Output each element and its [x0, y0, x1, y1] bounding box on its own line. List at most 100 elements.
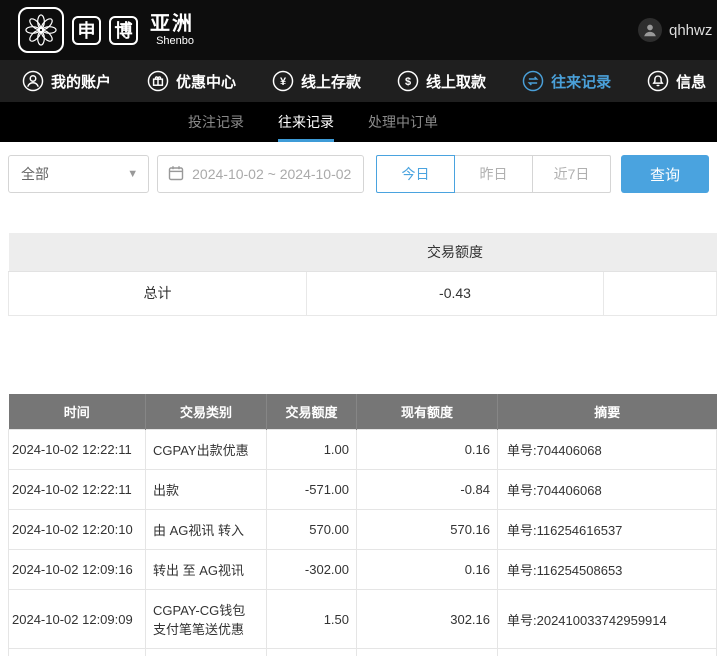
records-table-body: 2024-10-02 12:22:11CGPAY出款优惠1.000.16单号:7… [9, 430, 717, 656]
table-cell: CGPAY支付 [146, 649, 267, 656]
table-cell: 1.50 [267, 590, 357, 649]
table-row: 2024-10-02 12:09:16转出 至 AG视讯-302.000.16单… [9, 550, 717, 590]
table-cell: 2024-10-02 12:20:10 [9, 510, 146, 550]
nav-item-messages[interactable]: 信息 [647, 70, 706, 92]
type-select[interactable]: 全部 ▼ [8, 155, 149, 193]
chevron-down-icon: ▼ [127, 168, 138, 180]
table-cell: 单号:202410033742959914 [498, 649, 717, 656]
nav-label: 往来记录 [551, 71, 611, 92]
summary-header-row: 交易额度 [9, 233, 717, 271]
nav-label: 信息 [676, 71, 706, 92]
table-cell: 2024-10-02 12:22:11 [9, 470, 146, 510]
summary-header-empty [9, 233, 307, 271]
tab-transaction-records[interactable]: 往来记录 [278, 102, 334, 142]
nav-item-transaction-records[interactable]: 往来记录 [522, 70, 611, 92]
table-cell: 单号:116254508653 [498, 550, 717, 590]
table-row: 2024-10-02 12:20:10由 AG视讯 转入570.00570.16… [9, 510, 717, 550]
table-cell: 单号:202410033742959914 [498, 590, 717, 649]
today-button[interactable]: 今日 [376, 155, 455, 193]
gift-icon [147, 70, 169, 92]
col-header-summary: 摘要 [498, 394, 717, 430]
table-cell: 单号:704406068 [498, 430, 717, 470]
table-cell: 300.00 [267, 649, 357, 656]
table-row: 2024-10-02 12:09:09CGPAY支付300.00300.66单号… [9, 649, 717, 656]
sub-nav: 投注记录 往来记录 处理中订单 [0, 102, 717, 142]
table-cell: -571.00 [267, 470, 357, 510]
summary-header-empty [604, 233, 717, 271]
nav-item-deposit[interactable]: ¥ 线上存款 [272, 70, 361, 92]
main-nav: 我的账户 优惠中心 ¥ 线上存款 $ 线上取款 [0, 60, 717, 102]
tab-processing-orders[interactable]: 处理中订单 [368, 102, 438, 142]
records-table: 时间 交易类别 交易额度 现有额度 摘要 2024-10-02 12:22:11… [8, 394, 717, 656]
table-cell: 出款 [146, 470, 267, 510]
table-row: 2024-10-02 12:22:11出款-571.00-0.84单号:7044… [9, 470, 717, 510]
table-cell: -0.84 [357, 470, 498, 510]
deposit-icon: ¥ [272, 70, 294, 92]
table-cell: 570.16 [357, 510, 498, 550]
top-bar: 申 博 亚洲 Shenbo qhhwz [0, 0, 717, 60]
table-cell: -302.00 [267, 550, 357, 590]
table-cell: 由 AG视讯 转入 [146, 510, 267, 550]
table-cell: 单号:116254616537 [498, 510, 717, 550]
col-header-type: 交易类别 [146, 394, 267, 430]
brand-subtitle: Shenbo [150, 36, 194, 47]
col-header-amount: 交易额度 [267, 394, 357, 430]
quick-range-group: 今日 昨日 近7日 [376, 155, 611, 193]
lotus-logo-icon [18, 7, 64, 53]
table-cell: 0.16 [357, 430, 498, 470]
table-cell: 2024-10-02 12:09:16 [9, 550, 146, 590]
date-range-input[interactable]: 2024-10-02 ~ 2024-10-02 [157, 155, 364, 193]
table-cell: 0.16 [357, 550, 498, 590]
table-cell: 2024-10-02 12:22:11 [9, 430, 146, 470]
records-header-row: 时间 交易类别 交易额度 现有额度 摘要 [9, 394, 717, 430]
summary-section: 交易额度 总计 -0.43 [8, 233, 717, 316]
brand-region: 亚洲 [150, 13, 194, 35]
nav-label: 线上取款 [426, 71, 486, 92]
table-cell: 2024-10-02 12:09:09 [9, 649, 146, 656]
user-icon [22, 70, 44, 92]
nav-label: 优惠中心 [176, 71, 236, 92]
nav-label: 线上存款 [301, 71, 361, 92]
nav-item-promotions[interactable]: 优惠中心 [147, 70, 236, 92]
last7days-button[interactable]: 近7日 [532, 155, 611, 193]
yesterday-button[interactable]: 昨日 [454, 155, 533, 193]
type-select-value: 全部 [21, 164, 49, 184]
records-section: 时间 交易类别 交易额度 现有额度 摘要 2024-10-02 12:22:11… [8, 394, 717, 656]
brand-text: 亚洲 Shenbo [150, 14, 194, 47]
tab-betting-records[interactable]: 投注记录 [188, 102, 244, 142]
svg-text:$: $ [405, 76, 411, 88]
summary-table: 交易额度 总计 -0.43 [8, 233, 717, 316]
nav-item-my-account[interactable]: 我的账户 [22, 70, 111, 92]
nav-item-withdraw[interactable]: $ 线上取款 [397, 70, 486, 92]
avatar-icon [638, 18, 662, 42]
calendar-icon [168, 165, 184, 184]
brand-char-bo: 博 [109, 16, 138, 45]
summary-total-label: 总计 [9, 271, 307, 315]
table-cell: 1.00 [267, 430, 357, 470]
table-cell: 转出 至 AG视讯 [146, 550, 267, 590]
transfer-records-icon [522, 70, 544, 92]
query-button[interactable]: 查询 [621, 155, 709, 193]
table-cell: CGPAY出款优惠 [146, 430, 267, 470]
col-header-balance: 现有额度 [357, 394, 498, 430]
filter-bar: 全部 ▼ 2024-10-02 ~ 2024-10-02 今日 昨日 近7日 查… [0, 142, 717, 207]
table-cell: 2024-10-02 12:09:09 [9, 590, 146, 649]
table-row: 2024-10-02 12:22:11CGPAY出款优惠1.000.16单号:7… [9, 430, 717, 470]
table-row: 2024-10-02 12:09:09CGPAY-CG钱包支付笔笔送优惠1.50… [9, 590, 717, 649]
brand-logo[interactable]: 申 博 亚洲 Shenbo [18, 7, 194, 53]
col-header-time: 时间 [9, 394, 146, 430]
summary-header-amount: 交易额度 [307, 233, 604, 271]
user-account[interactable]: qhhwz [638, 0, 712, 60]
withdraw-icon: $ [397, 70, 419, 92]
username: qhhwz [669, 22, 712, 39]
summary-total-value: -0.43 [307, 271, 604, 315]
nav-label: 我的账户 [51, 71, 111, 92]
summary-empty-cell [604, 271, 717, 315]
table-cell: 302.16 [357, 590, 498, 649]
table-cell: 570.00 [267, 510, 357, 550]
table-cell: 单号:704406068 [498, 470, 717, 510]
date-range-value: 2024-10-02 ~ 2024-10-02 [192, 166, 351, 182]
bell-icon [647, 70, 669, 92]
svg-text:¥: ¥ [280, 76, 287, 88]
brand-char-shen: 申 [72, 16, 101, 45]
